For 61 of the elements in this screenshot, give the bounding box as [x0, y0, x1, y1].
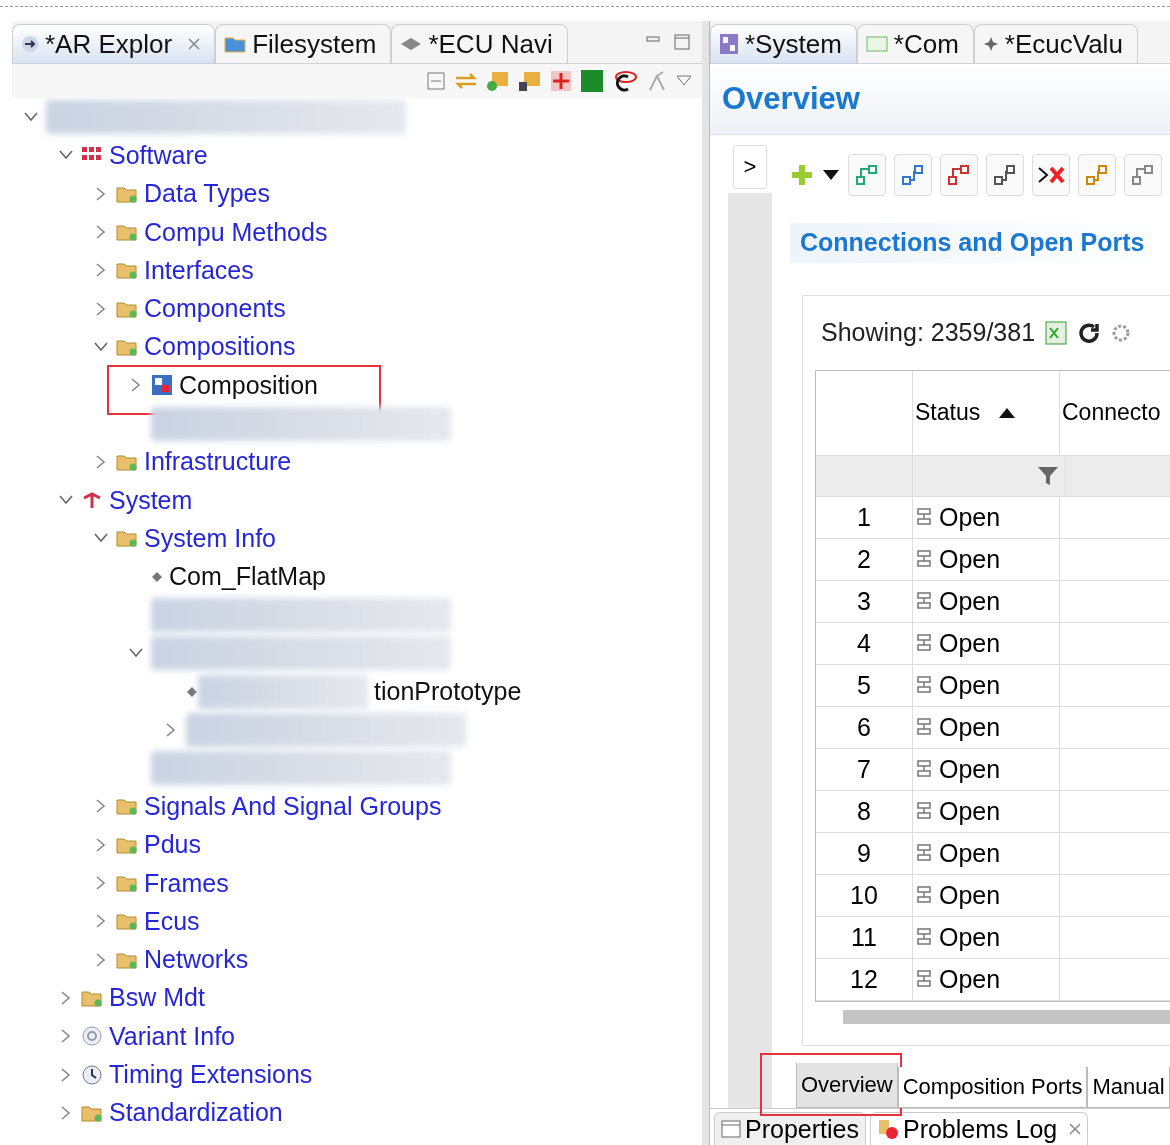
view-tab[interactable]: Problems Log [869, 1112, 1089, 1145]
tree-item[interactable]: Software [109, 140, 208, 170]
page-tab[interactable]: Composition Ports [897, 1067, 1088, 1108]
tree-item[interactable]: Compositions [144, 332, 296, 362]
view-tab[interactable]: Filesystem [215, 24, 392, 63]
tree-item[interactable]: Bsw Mdt [109, 983, 205, 1013]
row-number: 10 [849, 880, 879, 910]
tree-item[interactable]: Components [144, 294, 286, 324]
tree-item[interactable]: Signals And Signal Groups [144, 792, 442, 821]
row-number: 6 [856, 712, 872, 742]
row-number: 8 [856, 796, 872, 826]
tree-item[interactable]: Standardization [109, 1098, 283, 1128]
tree-item[interactable]: Frames [144, 868, 229, 898]
tree-item[interactable]: Com_FlatMap [169, 562, 326, 592]
status-cell: Open [939, 670, 1001, 700]
row-number: 1 [856, 502, 872, 532]
tree-item[interactable]: Networks [144, 945, 249, 975]
status-cell: Open [939, 544, 1001, 574]
row-number: 2 [856, 544, 872, 574]
tree-item[interactable]: System [109, 485, 193, 515]
tree-item[interactable]: Interfaces [144, 255, 254, 285]
tree-item[interactable]: Ecus [144, 906, 200, 936]
row-number: 7 [856, 754, 872, 784]
tree-item[interactable]: tionPrototype [374, 677, 522, 707]
status-cell: Open [939, 628, 1001, 658]
row-number: 3 [856, 586, 872, 616]
status-cell: Open [939, 964, 1001, 994]
row-number: 12 [849, 964, 879, 994]
view-tab[interactable]: *AR Explor [12, 24, 216, 63]
status-cell: Open [939, 922, 1001, 952]
status-cell: Open [939, 754, 1001, 784]
editor-tab[interactable]: *EcucValu [973, 24, 1138, 63]
tree-item[interactable]: Infrastructure [144, 447, 292, 477]
tree-item[interactable]: Composition [179, 370, 318, 400]
page-tab[interactable]: Overview [796, 1063, 898, 1108]
tree-item[interactable]: System Info [144, 523, 276, 553]
page-tab[interactable]: Manual [1087, 1067, 1170, 1108]
editor-tab[interactable]: *System [710, 24, 857, 63]
view-tab[interactable]: Properties [714, 1112, 866, 1145]
result-count: Showing: 2359/381 [821, 318, 1036, 348]
row-number: 9 [856, 838, 872, 868]
status-cell: Open [939, 502, 1001, 532]
tree-item[interactable]: Data Types [144, 179, 270, 209]
view-tab[interactable]: *ECU Navi [391, 24, 568, 63]
column-header[interactable]: Status [915, 399, 981, 427]
status-cell: Open [939, 880, 1001, 910]
status-cell: Open [939, 838, 1001, 868]
expand-button[interactable]: > [733, 145, 767, 189]
row-number: 11 [850, 922, 878, 952]
status-cell: Open [939, 712, 1001, 742]
tree-item[interactable]: Variant Info [109, 1021, 235, 1051]
row-number: 4 [856, 628, 872, 658]
page-title: Overview [722, 81, 860, 117]
tree-item[interactable]: Pdus [144, 830, 201, 860]
tree-item[interactable]: Timing Extensions [109, 1060, 313, 1090]
status-cell: Open [939, 796, 1001, 826]
editor-tab[interactable]: *Com [856, 24, 974, 63]
status-cell: Open [939, 586, 1001, 616]
column-header[interactable]: Connecto [1062, 399, 1161, 427]
row-number: 5 [856, 670, 872, 700]
tree-item[interactable]: Compu Methods [144, 217, 328, 247]
